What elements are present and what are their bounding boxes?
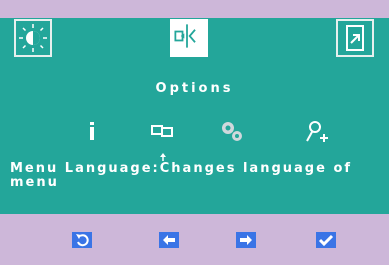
brightness-icon[interactable] <box>14 19 52 57</box>
settings-gears-icon[interactable] <box>217 118 247 144</box>
checkmark-icon[interactable] <box>316 232 336 248</box>
menu-title: Options <box>155 81 234 96</box>
left-arrow-icon[interactable] <box>159 232 179 248</box>
right-arrow-icon[interactable] <box>236 232 256 248</box>
monitor-osd: Options Menu Language:Changes language o… <box>0 0 389 265</box>
description-label: Menu Language: <box>10 161 160 176</box>
top-frame <box>0 0 389 18</box>
user-add-icon[interactable] <box>301 118 331 144</box>
info-icon[interactable] <box>77 118 107 144</box>
exit-icon[interactable] <box>336 19 374 57</box>
selection-pointer-icon <box>158 147 168 161</box>
input-source-icon[interactable] <box>148 118 178 144</box>
undo-icon[interactable] <box>72 232 92 248</box>
position-icon[interactable] <box>170 19 208 57</box>
option-description: Menu Language:Changes language of menu <box>10 162 382 190</box>
